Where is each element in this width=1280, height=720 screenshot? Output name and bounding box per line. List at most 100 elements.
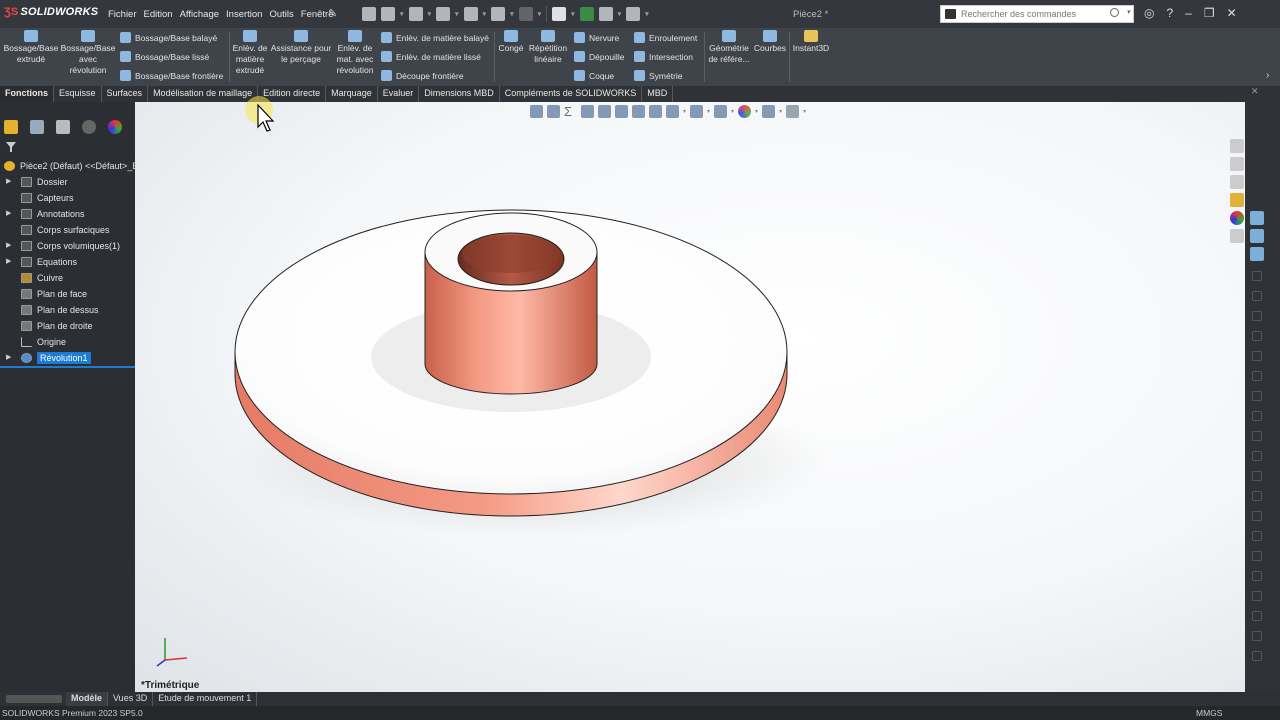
command-search-input[interactable]: Rechercher des commandes ▾ (940, 5, 1134, 23)
menu-outils[interactable]: Outils (269, 9, 293, 20)
undo-icon[interactable] (491, 7, 506, 21)
expand-arrow-icon[interactable]: ▶ (6, 206, 11, 222)
orientation-icon[interactable] (547, 105, 560, 118)
tree-item-capteurs[interactable]: Capteurs (0, 190, 135, 206)
design-library-icon[interactable] (1230, 157, 1244, 171)
instant3d-button[interactable]: Instant3D (790, 28, 832, 54)
menu-fichier[interactable]: Fichier (108, 9, 137, 20)
apply-scene-icon[interactable] (762, 105, 776, 118)
menu-edition[interactable]: Edition (144, 9, 173, 20)
tab-navigation-arrows[interactable] (6, 695, 62, 703)
view-palette-icon[interactable] (1230, 193, 1244, 207)
tree-item-origine[interactable]: Origine (0, 334, 135, 350)
expand-arrow-icon[interactable]: ▶ (6, 238, 11, 254)
geometrie-reference-button[interactable]: Géométrie de référe... (706, 28, 752, 65)
tree-item-materiau[interactable]: Cuivre (0, 270, 135, 286)
custom-properties-icon[interactable] (1230, 229, 1244, 243)
rebuild-icon[interactable] (579, 7, 594, 21)
home-icon[interactable] (1230, 139, 1244, 153)
tab-surfaces[interactable]: Surfaces (102, 86, 149, 102)
symetrie-button[interactable]: Symétrie (634, 70, 683, 81)
enlev-lisse-button[interactable]: Enlèv. de matière lissé (381, 51, 481, 62)
tab-esquisse[interactable]: Esquisse (54, 86, 102, 102)
tree-item-plan-dessus[interactable]: Plan de dessus (0, 302, 135, 318)
file-explorer-icon[interactable] (1230, 175, 1244, 189)
enlev-extrude-button[interactable]: Enlèv. de matière extrudé (230, 28, 270, 76)
tool-icon[interactable] (1250, 229, 1264, 243)
appearances-icon[interactable] (1230, 211, 1244, 225)
home-icon[interactable] (362, 7, 376, 21)
expand-arrow-icon[interactable]: ▶ (6, 254, 11, 270)
bossage-lisse-button[interactable]: Bossage/Base lissé (120, 51, 209, 62)
print-icon[interactable] (463, 7, 478, 21)
tab-modele[interactable]: Modèle (66, 692, 109, 706)
tree-item-revolution1[interactable]: ▶ Révolution1 (0, 350, 135, 366)
tab-fonctions[interactable]: Fonctions (0, 86, 54, 102)
bossage-extrude-button[interactable]: Bossage/Base extrudé (2, 28, 60, 65)
tab-complements[interactable]: Compléments de SOLIDWORKS (500, 86, 643, 102)
chevron-right-icon[interactable]: › (1266, 70, 1276, 81)
hide-show-icon[interactable] (714, 105, 728, 118)
redo-icon[interactable] (518, 7, 533, 21)
menu-affichage[interactable]: Affichage (180, 9, 219, 20)
dim-expert-icon[interactable] (82, 120, 96, 134)
nervure-button[interactable]: Nervure (574, 32, 619, 43)
new-document-icon[interactable] (381, 7, 395, 21)
pin-icon[interactable]: ✎ (328, 7, 337, 20)
tool-icon[interactable] (1250, 247, 1264, 261)
search-icon[interactable] (1110, 8, 1119, 17)
previous-view-icon[interactable] (615, 105, 628, 118)
conge-button[interactable]: Congé (496, 28, 526, 54)
zoom-area-icon[interactable] (598, 105, 611, 118)
expand-arrow-icon[interactable]: ▶ (6, 174, 11, 190)
view-settings-icon[interactable] (786, 105, 800, 118)
enlev-balaye-button[interactable]: Enlèv. de matière balayé (381, 32, 489, 43)
solidworks-logo[interactable]: ƷS SOLIDWORKS (4, 6, 98, 18)
help-icon[interactable]: ? (1166, 6, 1173, 20)
tab-evaluer[interactable]: Evaluer (378, 86, 420, 102)
intersection-button[interactable]: Intersection (634, 51, 693, 62)
file-properties-icon[interactable] (598, 7, 613, 21)
courbes-button[interactable]: Courbes (752, 28, 788, 54)
decoupe-frontiere-button[interactable]: Découpe frontière (381, 70, 464, 81)
section-view-icon[interactable] (530, 105, 543, 118)
expand-arrow-icon[interactable]: ▶ (6, 350, 11, 366)
user-icon[interactable]: ◎ (1144, 6, 1154, 20)
tab-modelisation-maillage[interactable]: Modélisation de maillage (148, 86, 259, 102)
tree-item-dossier[interactable]: ▶ Dossier (0, 174, 135, 190)
depouille-button[interactable]: Dépouille (574, 51, 624, 62)
open-icon[interactable] (408, 7, 423, 21)
restore-icon[interactable]: ❐ (1204, 6, 1215, 20)
menu-insertion[interactable]: Insertion (226, 9, 262, 20)
tree-item-annotations[interactable]: ▶ Annotations (0, 206, 135, 222)
model-3d-view[interactable] (135, 102, 1245, 692)
bossage-frontiere-button[interactable]: Bossage/Base frontière (120, 70, 223, 81)
display-manager-icon[interactable] (108, 120, 122, 134)
enlev-revolution-button[interactable]: Enlèv. de mat. avec révolution (334, 28, 376, 76)
zoom-to-fit-icon[interactable] (581, 105, 594, 118)
bossage-balaye-button[interactable]: Bossage/Base balayé (120, 32, 217, 43)
rollback-bar[interactable] (0, 366, 135, 368)
tab-etude-mouvement[interactable]: Etude de mouvement 1 (153, 692, 258, 706)
configuration-manager-icon[interactable] (56, 120, 70, 134)
section-plane-icon[interactable] (632, 105, 645, 118)
tree-item-corps-surfaciques[interactable]: Corps surfaciques (0, 222, 135, 238)
property-manager-icon[interactable] (30, 120, 44, 134)
coque-button[interactable]: Coque (574, 70, 614, 81)
repetition-lineaire-button[interactable]: Répétition linéaire (526, 28, 570, 65)
close-icon[interactable]: ✕ (1227, 6, 1237, 20)
chevron-down-icon[interactable]: ▾ (1126, 8, 1130, 16)
unit-system[interactable]: MMGS (1196, 708, 1222, 718)
feature-manager-icon[interactable] (4, 120, 18, 134)
select-arrow-icon[interactable] (552, 7, 567, 21)
graphics-area[interactable]: Σ ▾ ▾ ▾ ▾ ▾ ▾ ⧉ – ❐ ✕ *Trimétrique (135, 102, 1245, 692)
assistance-percage-button[interactable]: Assistance pour le perçage (270, 28, 332, 65)
display-style-icon[interactable] (690, 105, 704, 118)
options-gear-icon[interactable] (626, 7, 641, 21)
tree-item-plan-face[interactable]: Plan de face (0, 286, 135, 302)
tree-root-part[interactable]: Pièce2 (Défaut) <<Défaut>_E (0, 158, 135, 174)
edit-appearance-icon[interactable] (738, 105, 752, 118)
view-orientation-icon[interactable] (666, 105, 679, 118)
bossage-revolution-button[interactable]: Bossage/Base avec révolution (60, 28, 116, 76)
tab-dimensions-mbd[interactable]: Dimensions MBD (419, 86, 500, 102)
